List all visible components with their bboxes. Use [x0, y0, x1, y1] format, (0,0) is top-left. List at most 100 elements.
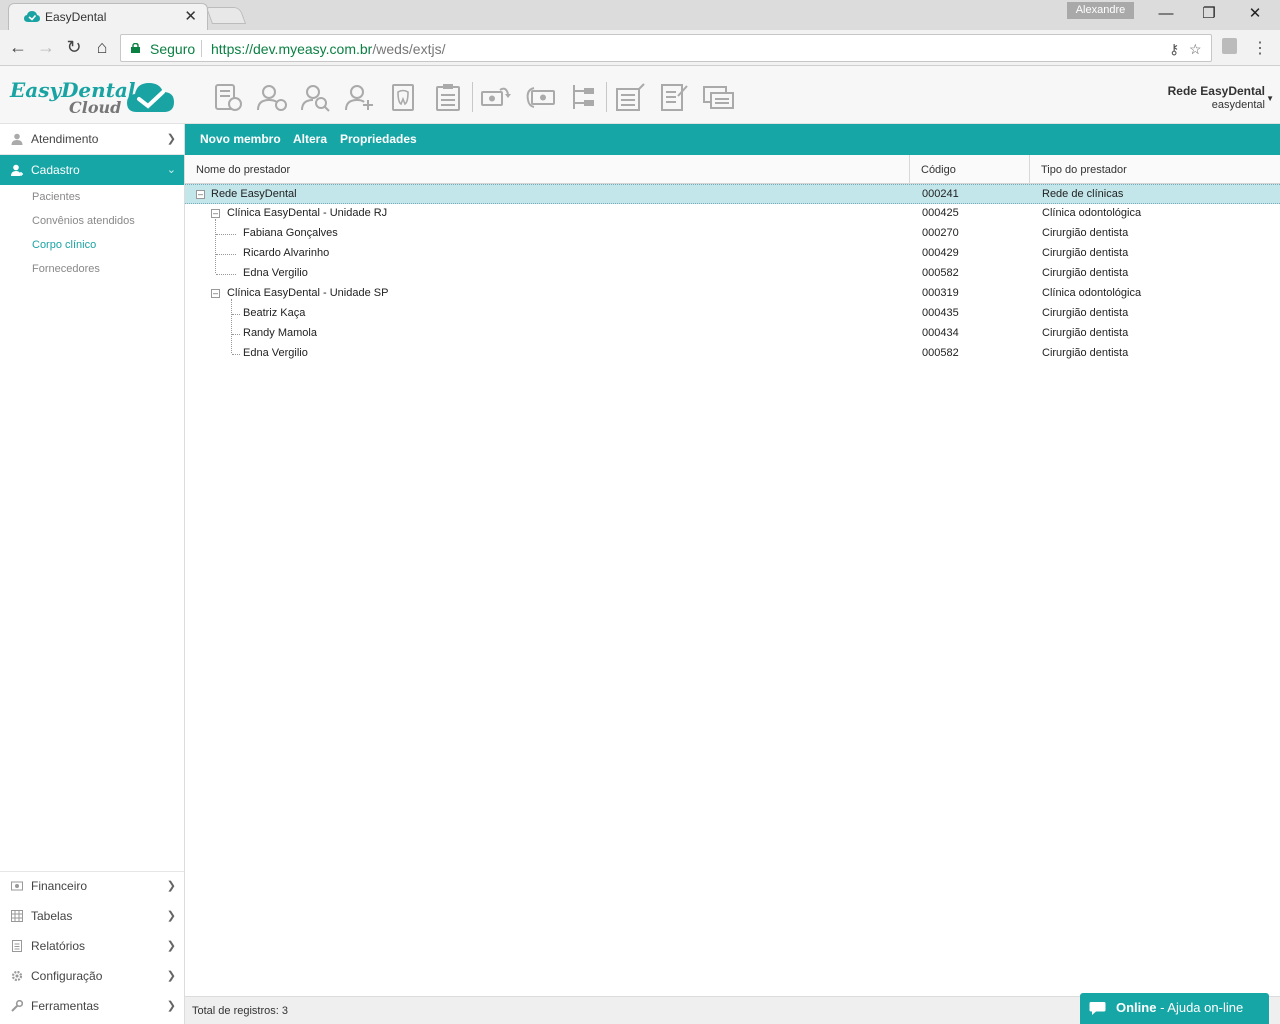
sidebar-item-relatorios[interactable]: Relatórios ❯ [0, 931, 184, 961]
tree-connector [232, 314, 240, 315]
cell-name: Clínica EasyDental - Unidade RJ [227, 207, 388, 219]
home-icon[interactable]: ⌂ [90, 36, 114, 60]
sidebar-item-cadastro[interactable]: Cadastro ⌄ [0, 155, 184, 185]
help-text: - Ajuda on-line [1156, 1000, 1244, 1015]
menu-icon[interactable]: ⋮ [1252, 38, 1268, 58]
cell-type: Cirurgião dentista [1042, 327, 1129, 339]
url-host: https://dev.myeasy.com.br [211, 41, 373, 57]
collapse-icon[interactable]: – [211, 209, 220, 218]
tree-connector [216, 274, 236, 275]
column-header-type[interactable]: Tipo do prestador [1041, 164, 1127, 176]
sidebar-item-label: Cadastro [31, 163, 80, 177]
chevron-right-icon: ❯ [166, 880, 176, 892]
sidebar-subitem-corpo-clinico[interactable]: Corpo clínico [32, 239, 96, 251]
sidebar-item-label: Financeiro [31, 879, 88, 893]
cell-code: 000270 [922, 227, 959, 239]
key-icon[interactable]: ⚷ [1169, 41, 1179, 58]
sidebar-item-label: Configuração [31, 969, 103, 983]
table-row[interactable]: – Clínica EasyDental - Unidade SP 000319… [185, 284, 1280, 304]
table-icon [11, 910, 23, 922]
wrench-icon [11, 1000, 23, 1012]
restore-icon[interactable]: ❐ [1194, 3, 1224, 25]
browser-titlebar: EasyDental ✕ Alexandre — ❐ ✕ [0, 0, 1280, 30]
chevron-right-icon: ❯ [166, 970, 176, 982]
cell-code: 000425 [922, 207, 959, 219]
edit-button[interactable]: Altera [293, 132, 327, 146]
cell-code: 000241 [922, 188, 959, 200]
cell-code: 000435 [922, 307, 959, 319]
forward-icon[interactable]: → [34, 36, 58, 60]
account-name[interactable]: Rede EasyDental [1168, 84, 1265, 98]
table-row[interactable]: Beatriz Kaça 000435 Cirurgião dentista [185, 304, 1280, 324]
person-add-icon [11, 164, 23, 176]
window-close-icon[interactable]: ✕ [1240, 3, 1270, 25]
app-header: EasyDental Cloud Rede EasyDental easyden… [0, 66, 1280, 124]
tooth-chart-icon[interactable] [388, 82, 420, 112]
tab-title: EasyDental [45, 10, 107, 24]
back-icon[interactable]: ← [6, 36, 30, 60]
message-icon[interactable] [702, 82, 734, 112]
tab-close-icon[interactable]: ✕ [184, 7, 197, 25]
new-tab-button[interactable] [205, 7, 247, 24]
sidebar-subitem-fornecedores[interactable]: Fornecedores [32, 263, 100, 275]
sidebar-item-configuracao[interactable]: Configuração ❯ [0, 961, 184, 991]
url-text[interactable]: https://dev.myeasy.com.br/weds/extjs/ [211, 41, 445, 57]
new-member-button[interactable]: Novo membro [200, 132, 281, 146]
patient-search-icon[interactable] [300, 82, 332, 112]
clipboard-icon[interactable] [432, 82, 464, 112]
pdf-icon[interactable] [1222, 38, 1237, 54]
form-edit-icon[interactable] [614, 82, 646, 112]
table-row[interactable]: – Rede EasyDental 000241 Rede de clínica… [185, 184, 1280, 204]
sidebar-subitem-pacientes[interactable]: Pacientes [32, 191, 80, 203]
cash-icon [11, 881, 23, 891]
tree-connector [216, 254, 236, 255]
patient-add-icon[interactable] [344, 82, 376, 112]
cell-code: 000582 [922, 267, 959, 279]
table-row[interactable]: Ricardo Alvarinho 000429 Cirurgião denti… [185, 244, 1280, 264]
sidebar-item-ferramentas[interactable]: Ferramentas ❯ [0, 991, 184, 1021]
sidebar-item-atendimento[interactable]: Atendimento ❯ [0, 124, 184, 154]
grid-header: Nome do prestador Código Tipo do prestad… [185, 155, 1280, 184]
money-cycle-icon[interactable] [524, 82, 556, 112]
sidebar: Atendimento ❯ Cadastro ⌄ Pacientes Convê… [0, 124, 185, 1024]
sidebar-item-tabelas[interactable]: Tabelas ❯ [0, 901, 184, 931]
patient-clock-icon[interactable] [256, 82, 288, 112]
browser-toolbar: ← → ↻ ⌂ Seguro https://dev.myeasy.com.br… [0, 30, 1280, 66]
table-row[interactable]: – Clínica EasyDental - Unidade RJ 000425… [185, 204, 1280, 224]
tree-connector [216, 234, 236, 235]
sidebar-item-financeiro[interactable]: Financeiro ❯ [0, 871, 184, 901]
money-refresh-icon[interactable] [480, 82, 512, 112]
browser-tab[interactable]: EasyDental ✕ [8, 3, 208, 30]
minimize-icon[interactable]: — [1151, 3, 1181, 25]
sidebar-item-label: Relatórios [31, 939, 86, 953]
collapse-icon[interactable]: – [211, 289, 220, 298]
hierarchy-icon[interactable] [568, 82, 600, 112]
column-header-name[interactable]: Nome do prestador [196, 164, 290, 176]
cell-type: Cirurgião dentista [1042, 267, 1129, 279]
account-caret-icon[interactable]: ▼ [1266, 94, 1274, 103]
online-help-button[interactable]: Online - Ajuda on-line [1080, 993, 1269, 1024]
document-edit-icon[interactable] [658, 82, 690, 112]
address-bar[interactable]: Seguro https://dev.myeasy.com.br/weds/ex… [120, 34, 1212, 62]
table-row[interactable]: Randy Mamola 000434 Cirurgião dentista [185, 324, 1280, 344]
properties-button[interactable]: Propriedades [340, 132, 417, 146]
table-row[interactable]: Edna Vergilio 000582 Cirurgião dentista [185, 344, 1280, 364]
sidebar-item-label: Tabelas [31, 909, 73, 923]
cell-code: 000429 [922, 247, 959, 259]
profile-badge[interactable]: Alexandre [1067, 2, 1134, 19]
chat-icon [1089, 1002, 1106, 1015]
table-row[interactable]: Edna Vergilio 000582 Cirurgião dentista [185, 264, 1280, 284]
collapse-icon[interactable]: – [196, 190, 205, 199]
chevron-down-icon: ⌄ [166, 164, 176, 176]
logo-subtext: Cloud [69, 98, 122, 117]
record-count: Total de registros: 3 [192, 1005, 288, 1017]
person-icon [11, 133, 23, 145]
easydental-favicon-icon [24, 11, 40, 22]
table-row[interactable]: Fabiana Gonçalves 000270 Cirurgião denti… [185, 224, 1280, 244]
agenda-icon[interactable] [212, 82, 244, 112]
cell-type: Cirurgião dentista [1042, 227, 1129, 239]
reload-icon[interactable]: ↻ [62, 36, 86, 60]
sidebar-subitem-convenios[interactable]: Convênios atendidos [32, 215, 135, 227]
column-header-code[interactable]: Código [921, 164, 956, 176]
star-icon[interactable]: ☆ [1189, 41, 1202, 58]
